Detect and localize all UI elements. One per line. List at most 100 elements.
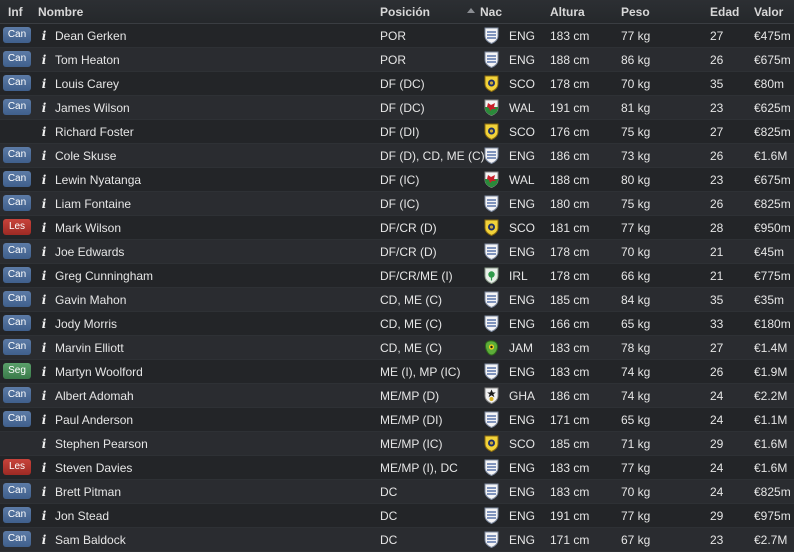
- info-icon[interactable]: i: [39, 269, 49, 283]
- info-icon[interactable]: i: [39, 437, 49, 451]
- age-cell: 24: [710, 485, 724, 499]
- table-row[interactable]: Can i Louis Carey DF (DC) SCO 178 cm 70 kg 35 €8…: [0, 72, 794, 96]
- info-icon[interactable]: i: [39, 173, 49, 187]
- nationality-cell: ENG: [509, 533, 536, 547]
- player-name[interactable]: Lewin Nyatanga: [55, 173, 141, 187]
- player-name[interactable]: Paul Anderson: [55, 413, 133, 427]
- info-icon[interactable]: i: [39, 413, 49, 427]
- table-row[interactable]: Can i Gavin Mahon CD, ME (C) ENG 185 cm 84 kg 3…: [0, 288, 794, 312]
- weight-cell: 67 kg: [621, 533, 651, 547]
- player-name[interactable]: Martyn Woolford: [55, 365, 143, 379]
- nationality-cell: ENG: [509, 293, 536, 307]
- info-icon[interactable]: i: [39, 221, 49, 235]
- table-row[interactable]: Can i Sam Baldock DC ENG 171 cm 67 kg 23 €2.7M: [0, 528, 794, 552]
- player-name[interactable]: Jon Stead: [55, 509, 109, 523]
- info-icon[interactable]: i: [39, 149, 49, 163]
- table-row[interactable]: Les i Mark Wilson DF/CR (D) SCO 181 cm 77 kg 28…: [0, 216, 794, 240]
- header-posicion[interactable]: Posición: [380, 5, 430, 19]
- table-row[interactable]: Can i Jody Morris CD, ME (C) ENG 166 cm 65 kg 3…: [0, 312, 794, 336]
- age-cell: 23: [710, 101, 724, 115]
- value-cell: €475m: [754, 29, 791, 43]
- height-cell: 176 cm: [550, 125, 590, 139]
- info-icon[interactable]: i: [39, 509, 49, 523]
- player-name[interactable]: Brett Pitman: [55, 485, 121, 499]
- position-cell: DF (IC): [380, 197, 420, 211]
- info-icon[interactable]: i: [39, 53, 49, 67]
- table-row[interactable]: Can i Dean Gerken POR ENG 183 cm 77 kg 27 €475m: [0, 24, 794, 48]
- table-row[interactable]: Les i Steven Davies ME/MP (I), DC ENG 183 cm 7…: [0, 456, 794, 480]
- weight-cell: 65 kg: [621, 413, 651, 427]
- player-name[interactable]: Cole Skuse: [55, 149, 116, 163]
- info-icon[interactable]: i: [39, 293, 49, 307]
- squad-table: Inf Nombre Posición Nac Altura Peso Edad…: [0, 0, 794, 552]
- eng-shield-icon: [484, 51, 499, 68]
- info-icon[interactable]: i: [39, 389, 49, 403]
- table-row[interactable]: Seg i Martyn Woolford ME (I), MP (IC) ENG 183…: [0, 360, 794, 384]
- table-row[interactable]: Can i Cole Skuse DF (D), CD, ME (C) ENG 186 c…: [0, 144, 794, 168]
- table-row[interactable]: Can i Jon Stead DC ENG 191 cm 77 kg 29 €975m: [0, 504, 794, 528]
- info-icon[interactable]: i: [39, 533, 49, 547]
- table-row[interactable]: Can i Marvin Elliott CD, ME (C) JAM 183 cm 78 …: [0, 336, 794, 360]
- value-cell: €675m: [754, 53, 791, 67]
- header-nombre[interactable]: Nombre: [38, 5, 83, 19]
- info-icon[interactable]: i: [39, 485, 49, 499]
- player-name[interactable]: Jody Morris: [55, 317, 117, 331]
- header-peso[interactable]: Peso: [621, 5, 650, 19]
- info-icon[interactable]: i: [39, 125, 49, 139]
- player-name[interactable]: Gavin Mahon: [55, 293, 126, 307]
- info-icon[interactable]: i: [39, 101, 49, 115]
- value-cell: €1.9M: [754, 365, 788, 379]
- header-edad[interactable]: Edad: [710, 5, 739, 19]
- info-icon[interactable]: i: [39, 317, 49, 331]
- table-row[interactable]: Can i Lewin Nyatanga DF (IC) WAL 188 cm 80 kg 2…: [0, 168, 794, 192]
- info-icon[interactable]: i: [39, 341, 49, 355]
- player-name[interactable]: Marvin Elliott: [55, 341, 124, 355]
- player-name[interactable]: Stephen Pearson: [55, 437, 148, 451]
- table-row[interactable]: Can i Tom Heaton POR ENG 188 cm 86 kg 26 €675m: [0, 48, 794, 72]
- table-row[interactable]: Can i Albert Adomah ME/MP (D) GHA 186 cm 74 kg…: [0, 384, 794, 408]
- player-name[interactable]: James Wilson: [55, 101, 130, 115]
- height-cell: 166 cm: [550, 317, 590, 331]
- info-icon[interactable]: i: [39, 77, 49, 91]
- player-name[interactable]: Tom Heaton: [55, 53, 120, 67]
- nationality-cell: ENG: [509, 29, 536, 43]
- info-icon[interactable]: i: [39, 197, 49, 211]
- player-name[interactable]: Richard Foster: [55, 125, 134, 139]
- player-name[interactable]: Sam Baldock: [55, 533, 126, 547]
- nationality-cell: GHA: [509, 389, 536, 403]
- table-row[interactable]: i Stephen Pearson ME/MP (IC) SCO 185 cm 71 kg…: [0, 432, 794, 456]
- player-name[interactable]: Joe Edwards: [55, 245, 124, 259]
- table-row[interactable]: Can i Paul Anderson ME/MP (DI) ENG 171 cm 65 k…: [0, 408, 794, 432]
- player-name[interactable]: Albert Adomah: [55, 389, 134, 403]
- info-icon[interactable]: i: [39, 461, 49, 475]
- table-row[interactable]: Can i Greg Cunningham DF/CR/ME (I) IRL 178 cm…: [0, 264, 794, 288]
- nationality-cell: ENG: [509, 485, 536, 499]
- header-nac[interactable]: Nac: [480, 5, 502, 19]
- position-cell: ME/MP (IC): [380, 437, 443, 451]
- nationality-cell: ENG: [509, 245, 536, 259]
- position-cell: DF (DI): [380, 125, 420, 139]
- info-icon[interactable]: i: [39, 365, 49, 379]
- weight-cell: 74 kg: [621, 389, 651, 403]
- value-cell: €1.4M: [754, 341, 788, 355]
- header-valor[interactable]: Valor: [754, 5, 783, 19]
- age-cell: 27: [710, 125, 724, 139]
- table-row[interactable]: Can i Joe Edwards DF/CR (D) ENG 178 cm 70 kg 21…: [0, 240, 794, 264]
- player-name[interactable]: Dean Gerken: [55, 29, 126, 43]
- player-name[interactable]: Steven Davies: [55, 461, 132, 475]
- player-name[interactable]: Liam Fontaine: [55, 197, 131, 211]
- position-cell: CD, ME (C): [380, 341, 442, 355]
- wal-shield-icon: [484, 99, 499, 116]
- table-row[interactable]: Can i Liam Fontaine DF (IC) ENG 180 cm 75 kg 26…: [0, 192, 794, 216]
- table-row[interactable]: Can i Brett Pitman DC ENG 183 cm 70 kg 24 €825m: [0, 480, 794, 504]
- weight-cell: 78 kg: [621, 341, 651, 355]
- table-row[interactable]: i Richard Foster DF (DI) SCO 176 cm 75 kg 27 €8…: [0, 120, 794, 144]
- info-icon[interactable]: i: [39, 245, 49, 259]
- player-name[interactable]: Mark Wilson: [55, 221, 121, 235]
- player-name[interactable]: Greg Cunningham: [55, 269, 153, 283]
- header-altura[interactable]: Altura: [550, 5, 585, 19]
- player-name[interactable]: Louis Carey: [55, 77, 119, 91]
- table-row[interactable]: Can i James Wilson DF (DC) WAL 191 cm 81 kg 23 €…: [0, 96, 794, 120]
- header-inf[interactable]: Inf: [8, 5, 23, 19]
- info-icon[interactable]: i: [39, 29, 49, 43]
